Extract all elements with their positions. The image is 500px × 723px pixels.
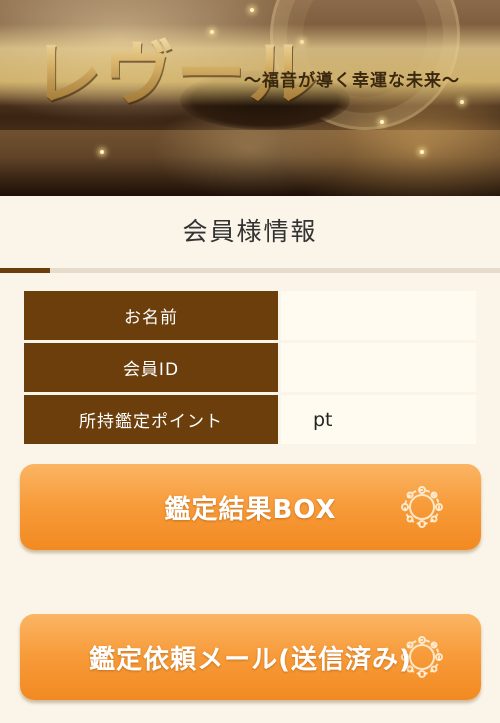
request-mail-button[interactable]: 鑑定依頼メール(送信済み) [20, 614, 481, 700]
table-row: 会員ID [24, 343, 476, 392]
page-title: 会員様情報 [182, 217, 318, 246]
member-id-value [281, 343, 476, 392]
request-mail-label: 鑑定依頼メール(送信済み) [89, 644, 412, 675]
table-row: 所持鑑定ポイント pt [24, 395, 476, 444]
table-row: お名前 [24, 291, 476, 340]
site-tagline: 〜福音が導く幸運な未来〜 [244, 71, 460, 91]
sparkle-icon [420, 150, 424, 154]
result-box-label: 鑑定結果BOX [164, 494, 337, 525]
name-value [281, 291, 476, 340]
ornament-icon [401, 486, 443, 528]
result-box-button[interactable]: 鑑定結果BOX [20, 464, 481, 550]
member-id-label: 会員ID [24, 343, 278, 392]
points-value: pt [281, 395, 476, 444]
sparkle-icon [380, 120, 384, 124]
divider-accent [0, 268, 50, 273]
member-info-table: お名前 会員ID 所持鑑定ポイント pt [24, 291, 476, 447]
sparkle-icon [250, 8, 254, 12]
water-reflection [0, 130, 500, 196]
sparkle-icon [100, 150, 104, 154]
name-label: お名前 [24, 291, 278, 340]
header-banner: レヴール 〜福音が導く幸運な未来〜 [0, 0, 500, 196]
points-label: 所持鑑定ポイント [24, 395, 278, 444]
title-divider [0, 268, 500, 273]
